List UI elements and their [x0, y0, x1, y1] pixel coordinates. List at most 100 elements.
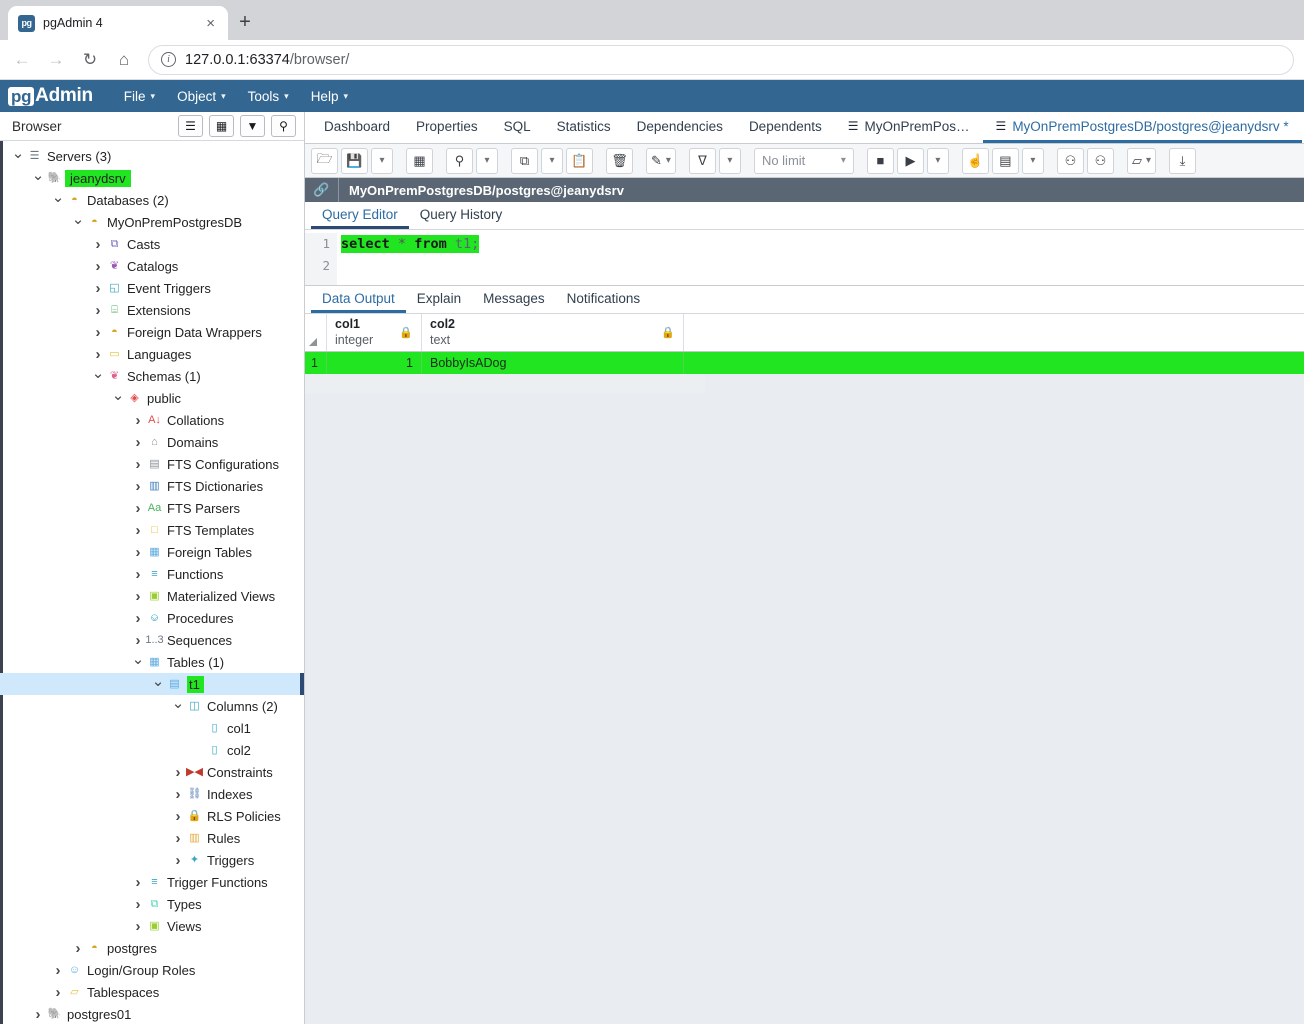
paste-button[interactable]: 📋 [566, 147, 593, 174]
chevron-right-icon[interactable] [170, 765, 186, 780]
tree-item-collations[interactable]: A↓ Collations [0, 409, 304, 431]
tree-item-trigger-functions[interactable]: ≡ Trigger Functions [0, 871, 304, 893]
tree-item-tables-1[interactable]: ▦ Tables (1) [0, 651, 304, 673]
chevron-right-icon[interactable] [130, 589, 146, 604]
search-icon[interactable]: ⚲ [271, 115, 296, 137]
chevron-right-icon[interactable] [90, 281, 106, 296]
filter-options-caret[interactable]: ▾ [718, 147, 741, 174]
tree-item-columns-2[interactable]: ◫ Columns (2) [0, 695, 304, 717]
chevron-right-icon[interactable] [50, 985, 66, 1000]
tree-item-col2[interactable]: ▯ col2 [0, 739, 304, 761]
menu-file[interactable]: File ▾ [115, 84, 164, 109]
chevron-right-icon[interactable] [90, 347, 106, 362]
tab-messages[interactable]: Messages [472, 286, 556, 313]
chevron-right-icon[interactable] [70, 941, 86, 956]
chevron-down-icon[interactable] [110, 391, 126, 406]
tree-item-foreign-data-wrappers[interactable]: ◓ Foreign Data Wrappers [0, 321, 304, 343]
tree-item-jeanydsrv[interactable]: 🐘jeanydsrv [0, 167, 304, 189]
tab-explain[interactable]: Explain [406, 286, 472, 313]
chevron-right-icon[interactable] [130, 611, 146, 626]
filter-icon[interactable]: ▼ [240, 115, 265, 137]
tree-item-domains[interactable]: ⌂ Domains [0, 431, 304, 453]
tab-data-output[interactable]: Data Output [311, 286, 406, 313]
tree-item-types[interactable]: ⧉ Types [0, 893, 304, 915]
save-options-caret[interactable]: ▾ [371, 147, 393, 174]
download-button[interactable]: ⤓ [1168, 147, 1196, 174]
chevron-right-icon[interactable] [130, 479, 146, 494]
cell-col1[interactable]: 1 [327, 352, 422, 374]
site-info-icon[interactable]: i [161, 52, 176, 67]
chevron-right-icon[interactable] [170, 853, 186, 868]
home-icon[interactable]: ⌂ [108, 44, 140, 76]
tree-item-postgres[interactable]: ◓ postgres [0, 937, 304, 959]
tree-item-fts-parsers[interactable]: Aa FTS Parsers [0, 497, 304, 519]
tree-item-myonprempostgresdb[interactable]: ◓ MyOnPremPostgresDB [0, 211, 304, 233]
commit-button[interactable]: ⚇ [1056, 147, 1084, 174]
chevron-down-icon[interactable] [10, 149, 26, 164]
tree-item-catalogs[interactable]: ❦ Catalogs [0, 255, 304, 277]
chevron-right-icon[interactable] [170, 787, 186, 802]
query-tool-toolbar[interactable]: 🗁 💾 ▾ ▦ ⚲ ▾ ⧉ ▾ 📋 🗑 ✎ ▾ ᐁ ▾ No limit ▾ ■ ▶ ▾ ☝ ▤ ▾ ⚇ ⚇ ▱ ▾ ⤓ [305, 144, 1304, 178]
tree-item-casts[interactable]: ⧉ Casts [0, 233, 304, 255]
tree-item-views[interactable]: ▣ Views [0, 915, 304, 937]
new-tab-button[interactable]: + [228, 5, 262, 39]
clear-button[interactable]: ▱ ▾ [1126, 147, 1156, 174]
tree-item-triggers[interactable]: ✦ Triggers [0, 849, 304, 871]
chevron-down-icon[interactable] [130, 655, 146, 670]
chevron-right-icon[interactable] [90, 303, 106, 318]
chevron-right-icon[interactable] [130, 897, 146, 912]
tree-item-procedures[interactable]: ⎉ Procedures [0, 607, 304, 629]
tab-notifications[interactable]: Notifications [556, 286, 652, 313]
tree-item-rules[interactable]: ▥ Rules [0, 827, 304, 849]
reload-icon[interactable]: ↻ [74, 44, 106, 76]
tree-item-fts-dictionaries[interactable]: ▥ FTS Dictionaries [0, 475, 304, 497]
tree-item-event-triggers[interactable]: ◱ Event Triggers [0, 277, 304, 299]
tab-sql[interactable]: SQL [491, 112, 544, 143]
chevron-right-icon[interactable] [170, 809, 186, 824]
grid-select-all-corner[interactable] [305, 314, 327, 351]
back-icon[interactable]: ← [6, 44, 38, 76]
tree-item-public[interactable]: ◈ public [0, 387, 304, 409]
data-output-grid[interactable]: col1 integer 🔒 col2 text 🔒 1 1 BobbyIsAD… [305, 314, 1304, 1024]
explain-analyze-button[interactable]: ▤ [991, 147, 1019, 174]
object-browser-tree[interactable]: ☰Servers (3)🐘jeanydsrv◓Databases (2)◓MyO… [0, 141, 304, 1024]
server-group-icon[interactable]: ☰ [178, 115, 203, 137]
tab-dashboard[interactable]: Dashboard [311, 112, 403, 143]
chevron-down-icon[interactable] [170, 699, 186, 714]
tree-item-t1[interactable]: ▤ t1 [0, 673, 304, 695]
tab-myonprempostgresdb-postgres-jeanydsrv[interactable]: ☰ MyOnPremPostgresDB/postgres@jeanydsrv * [982, 112, 1302, 143]
tree-item-foreign-tables[interactable]: ▦ Foreign Tables [0, 541, 304, 563]
sql-editor[interactable]: 1 2 select * from t1; [305, 230, 1304, 286]
chevron-down-icon[interactable] [150, 677, 166, 692]
chevron-right-icon[interactable] [130, 545, 146, 560]
tree-item-languages[interactable]: ▭ Languages [0, 343, 304, 365]
chevron-down-icon[interactable] [30, 171, 46, 186]
close-icon[interactable]: × [203, 16, 218, 31]
explain-button[interactable]: ☝ [961, 147, 989, 174]
address-bar[interactable]: i 127.0.0.1:63374/browser/ [148, 44, 1294, 75]
browser-tab[interactable]: pg pgAdmin 4 × [8, 6, 228, 40]
editor-tab-bar[interactable]: Query Editor Query History [305, 202, 1304, 230]
object-tab-bar[interactable]: Dashboard Properties SQL Statistics Dependen… [305, 112, 1304, 144]
tree-item-databases-2[interactable]: ◓ Databases (2) [0, 189, 304, 211]
editor-code-area[interactable]: select * from t1; [337, 233, 1304, 285]
edit-grid-button[interactable]: ▦ [406, 147, 433, 174]
results-tab-bar[interactable]: Data Output Explain Messages Notificatio… [305, 286, 1304, 314]
chevron-right-icon[interactable] [130, 633, 146, 648]
tab-statistics[interactable]: Statistics [544, 112, 624, 143]
forward-icon[interactable]: → [40, 44, 72, 76]
cell-col2[interactable]: BobbyIsADog [422, 352, 684, 374]
tree-item-materialized-views[interactable]: ▣ Materialized Views [0, 585, 304, 607]
tab-properties[interactable]: Properties [403, 112, 491, 143]
tree-item-rls-policies[interactable]: 🔒 RLS Policies [0, 805, 304, 827]
chevron-right-icon[interactable] [130, 567, 146, 582]
chevron-right-icon[interactable] [130, 457, 146, 472]
chevron-right-icon[interactable] [130, 501, 146, 516]
chevron-right-icon[interactable] [130, 523, 146, 538]
chevron-right-icon[interactable] [90, 259, 106, 274]
execute-options-caret[interactable]: ▾ [926, 147, 949, 174]
tree-item-sequences[interactable]: 1..3Sequences [0, 629, 304, 651]
chevron-down-icon[interactable] [50, 193, 66, 208]
find-button[interactable]: ⚲ [446, 147, 473, 174]
chevron-right-icon[interactable] [130, 435, 146, 450]
